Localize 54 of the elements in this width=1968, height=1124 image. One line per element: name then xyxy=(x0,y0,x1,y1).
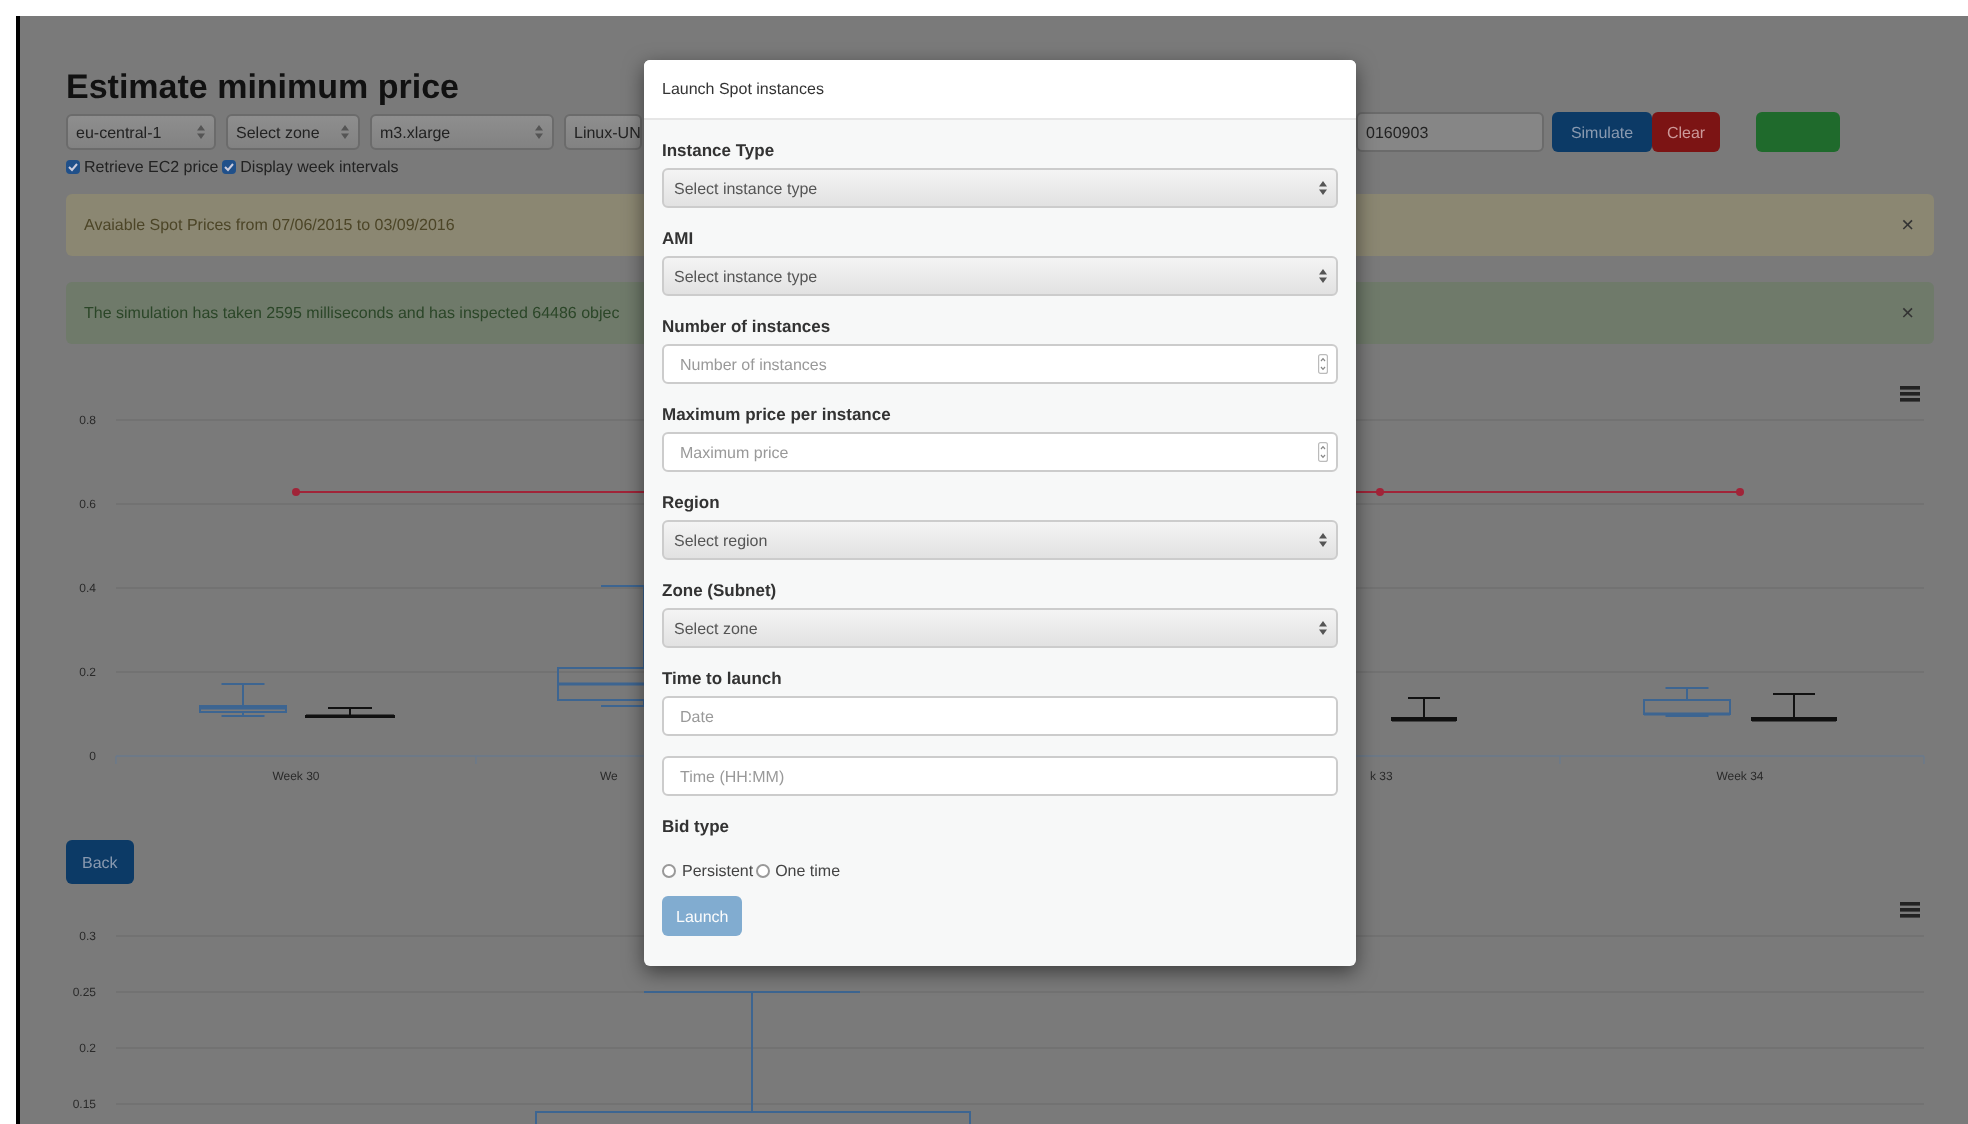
back-button[interactable]: Back xyxy=(66,840,134,884)
checkbox-label: Retrieve EC2 price xyxy=(84,158,219,176)
select-dropdown[interactable]: Select zone xyxy=(226,114,360,150)
select-dropdown[interactable]: Select zone xyxy=(662,608,1338,648)
field-label: Bid type xyxy=(662,814,732,838)
select-arrows-icon xyxy=(1318,532,1328,548)
box-plot xyxy=(199,683,287,717)
select-arrows-icon xyxy=(196,124,206,140)
select-dropdown[interactable]: eu-central-1 xyxy=(66,114,216,150)
select-dropdown[interactable]: Select instance type xyxy=(662,168,1338,208)
input-field[interactable]: Maximum price xyxy=(662,432,1338,472)
select-dropdown[interactable]: m3.xlarge xyxy=(370,114,554,150)
spinner-icon[interactable] xyxy=(1318,442,1328,462)
radio-button[interactable] xyxy=(662,864,676,878)
end-date-input[interactable]: 0160903 xyxy=(1356,112,1544,152)
alert-text: The simulation has taken 2595 milliseconds and has inspected 64486 objec xyxy=(84,304,620,322)
checkbox-label: Display week intervals xyxy=(240,158,399,176)
select-arrows-icon xyxy=(1318,180,1328,196)
field-label: Instance Type xyxy=(662,138,777,162)
box-plot xyxy=(1391,697,1457,722)
menu-icon[interactable] xyxy=(1900,902,1920,918)
alert-text: Avaiable Spot Prices from 07/06/2015 to 03/09/2016 xyxy=(84,216,455,234)
close-button[interactable]: × xyxy=(1901,301,1914,325)
select-dropdown[interactable]: Select region xyxy=(662,520,1338,560)
input-field[interactable]: Number of instances xyxy=(662,344,1338,384)
checkbox[interactable] xyxy=(222,160,237,174)
page-title: Estimate minimum price xyxy=(66,68,460,108)
box-plot xyxy=(1751,693,1837,722)
select-arrows-icon xyxy=(340,124,350,140)
field-label: AMI xyxy=(662,226,696,250)
checkbox[interactable] xyxy=(66,160,80,174)
simulate-button[interactable]: Simulate xyxy=(1552,112,1652,152)
select-arrows-icon xyxy=(1318,268,1328,284)
field-label: Time to launch xyxy=(662,666,784,690)
input-field[interactable]: Time (HH:MM) xyxy=(662,756,1338,796)
input-field[interactable]: Date xyxy=(662,696,1338,736)
box-plot xyxy=(1643,687,1731,717)
clear-button[interactable]: Clear xyxy=(1652,112,1720,152)
select-arrows-icon xyxy=(1318,620,1328,636)
field-label: Maximum price per instance xyxy=(662,402,893,426)
select-dropdown[interactable]: Select instance type xyxy=(662,256,1338,296)
radio-label: One time xyxy=(775,862,841,880)
radio-button[interactable] xyxy=(755,864,770,878)
close-button[interactable]: × xyxy=(1901,213,1914,237)
box-plot xyxy=(305,707,395,718)
menu-icon[interactable] xyxy=(1900,386,1920,402)
select-dropdown[interactable]: Linux-UN xyxy=(564,114,642,150)
radio-label: Persistent xyxy=(682,862,754,880)
field-label: Region xyxy=(662,490,722,514)
modal-title: Launch Spot instances xyxy=(662,80,824,98)
select-arrows-icon xyxy=(534,124,544,140)
field-label: Number of instances xyxy=(662,314,833,338)
field-label: Zone (Subnet) xyxy=(662,578,779,602)
spinner-icon[interactable] xyxy=(1318,354,1328,374)
